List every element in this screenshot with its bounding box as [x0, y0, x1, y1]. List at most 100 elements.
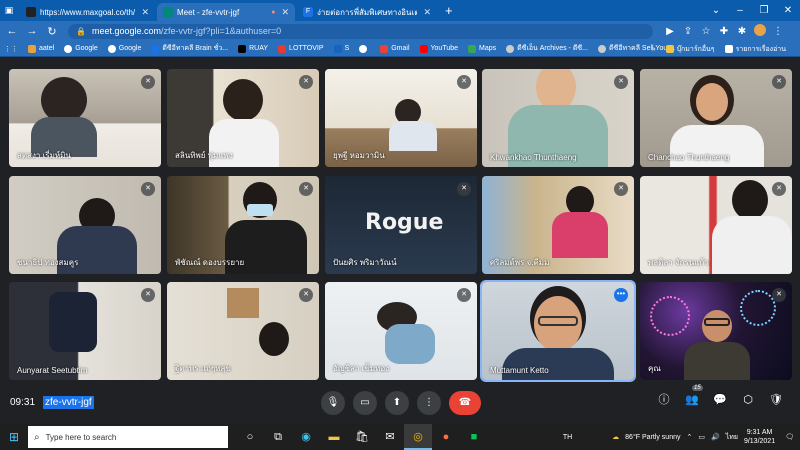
star-icon[interactable]: ☆ [697, 26, 715, 37]
bookmark-favicon-icon [278, 44, 287, 53]
volume-icon[interactable]: 🔊 [711, 433, 720, 441]
close-tab-icon[interactable]: ✕ [141, 7, 149, 18]
camera-in-use-icon[interactable]: ▶ [661, 26, 679, 37]
person-body [502, 348, 614, 380]
bookmark-item[interactable]: ดีซีเอ็น Archives - ดีซี... [506, 43, 588, 54]
close-tab-icon[interactable]: ✕ [423, 7, 431, 18]
cortana-icon[interactable]: ○ [236, 424, 264, 450]
edge-icon[interactable]: ◉ [292, 424, 320, 450]
participant-tile-speaking[interactable]: ••• Muttamunt Ketto [480, 280, 636, 382]
minimize-icon[interactable]: – [728, 5, 752, 16]
meeting-code[interactable]: zfe-vvtr-jgf [43, 396, 94, 409]
more-options-icon[interactable]: ••• [614, 288, 628, 302]
bookmark-item[interactable] [359, 44, 370, 53]
chrome-icon[interactable]: ◎ [404, 424, 432, 450]
firework [740, 290, 776, 326]
activities-button[interactable]: ⬡ [734, 393, 762, 406]
browser-menu-icon[interactable]: ▣ [0, 5, 18, 16]
reload-icon[interactable]: ↻ [44, 25, 60, 38]
weather-text[interactable]: 86°F Partly sunny [625, 434, 680, 441]
weather-icon[interactable]: ☁ [612, 433, 619, 441]
bookmark-item[interactable]: Maps [468, 44, 496, 53]
participant-tile[interactable]: ✕ ฐิตาพร แถ่ๆทสุข [167, 282, 319, 380]
notification-icon[interactable]: 🗨 [785, 433, 794, 441]
close-tab-icon[interactable]: ✕ [281, 7, 289, 18]
participant-tile[interactable]: ✕ Aunyarat Seetubtim [9, 282, 161, 380]
profile-avatar[interactable] [751, 23, 769, 39]
share-icon[interactable]: ⇪ [679, 26, 697, 37]
windows-start-icon[interactable]: ⊞ [0, 430, 28, 444]
host-controls-button[interactable]: 🛡 [762, 393, 790, 406]
mail-icon[interactable]: ✉ [376, 424, 404, 450]
taskbar-search-box[interactable]: ⌕ Type here to search [28, 426, 228, 448]
browser-menu-icon[interactable]: ⋮ [769, 26, 787, 37]
input-language[interactable]: TH [563, 434, 572, 441]
bookmark-item[interactable]: RUAY [238, 44, 268, 53]
bookmark-item[interactable]: Google [107, 44, 141, 53]
more-options-button[interactable]: ⋮ [417, 391, 441, 415]
bookmark-item[interactable]: YouTube [419, 44, 458, 53]
participant-tile[interactable]: ✕ Chanchao Thunthaeng [640, 69, 792, 167]
maximize-icon[interactable]: ❐ [752, 5, 776, 16]
tab-article[interactable]: F ง่ายต่อการพี่สัมพิเศษทางอินเตอร์เน็ต ✕ [297, 3, 437, 21]
file-explorer-icon[interactable]: ▬ [320, 424, 348, 450]
puzzle-icon[interactable]: ✱ [733, 26, 751, 37]
participant-tile[interactable]: ✕ ชนาธิป ทองสมคูร [9, 176, 161, 274]
participant-name: ศริลมด์พร จ.คีมม [490, 258, 550, 267]
store-icon[interactable]: 🛍 [348, 424, 376, 450]
meeting-details-button[interactable]: ⓘ [650, 391, 678, 407]
people-button[interactable]: 👥 15 [678, 384, 706, 406]
folder-icon [665, 45, 674, 53]
firefox-icon[interactable]: ● [432, 424, 460, 450]
participant-name: ฐิตาพร แถ่ๆทสุข [175, 364, 231, 373]
keyboard-language[interactable]: ไทย [726, 432, 738, 443]
new-tab-button[interactable]: + [445, 3, 453, 21]
person-body [712, 216, 792, 274]
present-screen-button[interactable]: ⬆ [385, 391, 409, 415]
tray-expand-icon[interactable]: ⌃ [686, 433, 692, 441]
tab-maxgoal[interactable]: https://www.maxgoal.co/th/regis ✕ [20, 3, 155, 21]
youtube-icon [419, 44, 428, 53]
participant-tile[interactable]: ✕ ยุพฐี หอมวามิน [325, 69, 477, 167]
participant-tile[interactable]: ✕ สลินทิพย์ พุ่มแพง [167, 69, 319, 167]
reading-list[interactable]: รายการเรื่องอ่าน [724, 44, 786, 55]
task-view-icon[interactable]: ⧉ [264, 424, 292, 450]
bookmark-label: ดีซีอีทาคลี Brain ชั่ว... [162, 45, 229, 52]
leave-call-button[interactable]: ☎ [449, 391, 481, 415]
bookmark-item[interactable]: aatel [28, 44, 54, 53]
participant-tile[interactable]: ✕ พลดิลา จักรนแก้ว [640, 176, 792, 274]
mic-toggle-button[interactable]: 🎙 [321, 391, 345, 415]
gmail-icon [380, 44, 389, 53]
line-app-icon[interactable]: ■ [460, 424, 488, 450]
bookmark-item[interactable]: LOTTOVIP [278, 44, 324, 53]
extension-icon[interactable]: ✚ [715, 26, 733, 37]
wordpress-icon [506, 44, 515, 53]
participant-tile[interactable]: ✕ Khwankhao Thunthaeng [482, 69, 634, 167]
bookmark-item[interactable]: Google [64, 44, 98, 53]
network-icon[interactable]: ▭ [698, 433, 705, 441]
chat-button[interactable]: 💬 [706, 393, 734, 406]
tab-meet[interactable]: Meet - zfe-vvtr-jgf ● ✕ [157, 3, 295, 21]
glasses [704, 318, 730, 326]
close-window-icon[interactable]: ✕ [776, 5, 800, 16]
bookmark-item[interactable]: ดีซีอีทาคลี Brain ชั่ว... [151, 43, 228, 54]
back-icon[interactable]: ← [4, 25, 20, 37]
taskbar-clock[interactable]: 9:31 AM 9/13/2021 [744, 428, 775, 446]
participant-tile[interactable]: ✕ ศริลมด์พร จ.คีมม [482, 176, 634, 274]
camera-toggle-button[interactable]: ▭ [353, 391, 377, 415]
participant-tile[interactable]: ✕ สตสงา เรี่มห์มิน [9, 69, 161, 167]
bookmark-item[interactable]: S [333, 44, 349, 53]
apps-icon[interactable]: ⋮⋮ [4, 45, 18, 53]
participant-tile-self[interactable]: ✕ คุณ [640, 282, 792, 380]
participant-tile[interactable]: Rogue ✕ ปันยศิร พริมาวัณน์ [325, 176, 477, 274]
participant-tile[interactable]: ✕ พัชัณณ์ ดองบรรยาย [167, 176, 319, 274]
tab-search-icon[interactable]: ⌄ [704, 5, 728, 16]
participant-tile[interactable]: ✕ อัญชิสา เข็มทอง [325, 282, 477, 380]
url-bar[interactable]: 🔒 meet.google.com/zfe-vvtr-jgf?pli=1&aut… [68, 23, 653, 39]
forward-icon[interactable]: → [24, 25, 40, 37]
lock-icon: 🔒 [76, 26, 86, 36]
bookmark-item[interactable]: Gmail [380, 44, 410, 53]
more-bookmarks-icon[interactable]: » [652, 46, 656, 53]
other-bookmarks[interactable]: บุ๊กมาร์กอื่นๆ [665, 44, 715, 55]
url-host: meet.google.com [91, 26, 162, 36]
